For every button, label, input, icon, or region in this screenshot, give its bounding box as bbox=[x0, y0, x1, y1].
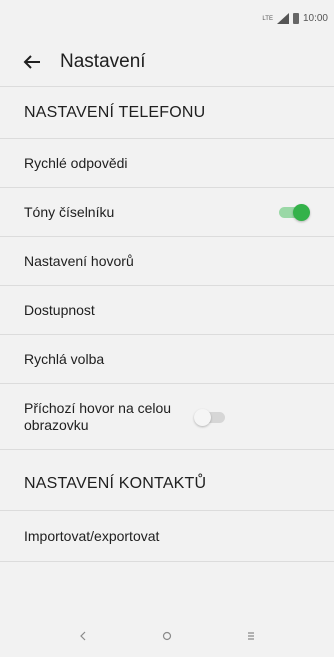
setting-label: Rychlá volba bbox=[24, 350, 105, 367]
setting-label: Nastavení hovorů bbox=[24, 252, 134, 269]
recents-icon[interactable] bbox=[239, 624, 263, 648]
fullscreen-call-toggle[interactable] bbox=[194, 407, 228, 427]
divider bbox=[0, 561, 334, 562]
setting-label: Tóny číselníku bbox=[24, 203, 115, 220]
setting-label: Dostupnost bbox=[24, 301, 95, 318]
setting-call-settings[interactable]: Nastavení hovorů bbox=[0, 237, 334, 285]
network-type-label: LTE bbox=[262, 15, 273, 22]
setting-quick-responses[interactable]: Rychlé odpovědi bbox=[0, 139, 334, 187]
setting-import-export[interactable]: Importovat/exportovat bbox=[0, 511, 334, 561]
dialpad-tones-toggle[interactable] bbox=[276, 202, 310, 222]
setting-dialpad-tones[interactable]: Tóny číselníku bbox=[0, 188, 334, 236]
setting-fullscreen-incoming-call[interactable]: Příchozí hovor na celou obrazovku bbox=[0, 384, 334, 449]
section-title-contact-settings: NASTAVENÍ KONTAKTŮ bbox=[24, 475, 207, 492]
setting-label: Příchozí hovor na celou obrazovku bbox=[24, 399, 172, 433]
status-bar: LTE 10:00 bbox=[0, 0, 334, 38]
arrow-left-icon[interactable] bbox=[8, 38, 56, 86]
app-bar: Nastavení bbox=[0, 38, 334, 87]
back-icon[interactable] bbox=[71, 624, 95, 648]
setting-accessibility[interactable]: Dostupnost bbox=[0, 286, 334, 334]
toggle-knob bbox=[194, 408, 211, 426]
setting-label: Rychlé odpovědi bbox=[24, 154, 128, 171]
section-title-phone-settings: NASTAVENÍ TELEFONU bbox=[24, 104, 206, 121]
setting-speed-dial[interactable]: Rychlá volba bbox=[0, 335, 334, 383]
system-nav-bar bbox=[0, 615, 334, 657]
signal-icon bbox=[276, 13, 289, 24]
battery-icon bbox=[292, 13, 299, 24]
divider bbox=[0, 449, 334, 450]
home-icon[interactable] bbox=[155, 624, 179, 648]
clock: 10:00 bbox=[302, 13, 328, 24]
toggle-knob bbox=[293, 204, 310, 221]
setting-label: Importovat/exportovat bbox=[24, 527, 160, 544]
page-title: Nastavení bbox=[60, 51, 146, 72]
